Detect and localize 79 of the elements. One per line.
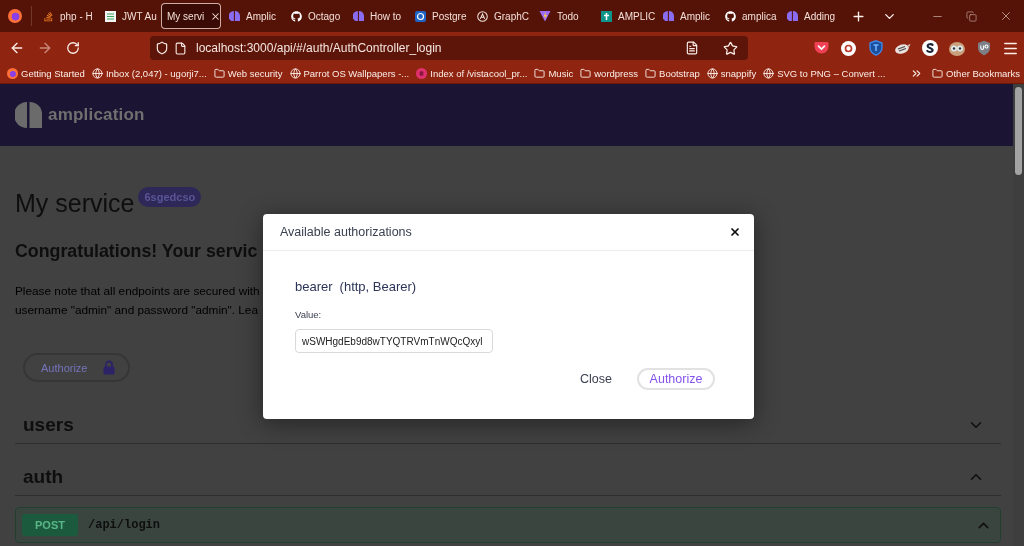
folder-icon (932, 68, 944, 79)
scheme-type: (http, Bearer) (339, 279, 417, 294)
browser-tab[interactable]: JWT Au (98, 3, 160, 29)
striped-tile-icon (105, 10, 116, 22)
reload-icon[interactable] (66, 41, 80, 55)
reader-view-icon[interactable] (685, 41, 699, 55)
browser-tab[interactable]: Amplic (222, 3, 284, 29)
browser-logo-icon[interactable] (8, 9, 22, 23)
bookmark-item[interactable]: Other Bookmarks (932, 68, 1020, 79)
method-badge: POST (22, 514, 78, 536)
globe-icon (91, 68, 103, 79)
browser-tab[interactable]: My servi (161, 3, 221, 29)
browser-tab[interactable]: AMPLIC (594, 3, 656, 29)
url-text: localhost:3000/api/#/auth/AuthController_login (196, 41, 442, 55)
browser-tab[interactable]: GraphC (470, 3, 532, 29)
ring-icon[interactable] (841, 40, 856, 56)
star-icon[interactable] (723, 40, 738, 56)
browser-tab[interactable]: amplica (718, 3, 780, 29)
page-icon[interactable] (174, 41, 187, 55)
owl-face-icon[interactable] (948, 40, 965, 56)
globe-icon (706, 68, 718, 79)
close-icon[interactable] (729, 226, 741, 238)
shield-icon[interactable] (976, 40, 991, 56)
bookmark-item[interactable]: Inbox (2,047) - ugorji7... (91, 68, 207, 79)
bookmark-item[interactable]: Web security (213, 68, 283, 79)
globe-icon (763, 68, 775, 79)
half-circles-logo-icon (663, 10, 674, 22)
field-label: Value: (295, 309, 322, 320)
folder-icon (534, 68, 546, 79)
folder-icon (645, 68, 657, 79)
triangle-ring-icon (477, 10, 488, 22)
lightning-triangle-icon (539, 10, 551, 22)
bookmark-item[interactable]: snappify (706, 68, 757, 79)
half-circles-logo-icon (15, 102, 42, 128)
circle-logo-icon (416, 68, 428, 79)
browser-tab[interactable]: Octago (284, 3, 346, 29)
scrollbar-thumb[interactable] (1015, 87, 1022, 175)
browser-tab[interactable]: php - H (36, 3, 98, 29)
browser-tab[interactable]: Postgre (408, 3, 470, 29)
half-circles-logo-icon (787, 10, 798, 22)
striped-oval-icon[interactable] (894, 41, 911, 55)
restore-icon[interactable] (965, 10, 977, 22)
close-icon[interactable] (210, 10, 222, 22)
bookmark-item[interactable]: Bootstrap (645, 68, 700, 79)
browser-tab[interactable]: How to (346, 3, 408, 29)
browser-tab[interactable]: Adding (780, 3, 842, 29)
bookmark-item[interactable]: Index of /vistacool_pr... (416, 68, 528, 79)
notice-text: Please note that all endpoints are secured with username "admin" and password "admin". Lea (15, 283, 260, 319)
pocket-icon[interactable] (814, 41, 829, 55)
half-circles-logo-icon (353, 10, 364, 22)
cross-tile-icon (601, 10, 612, 22)
plus-icon[interactable] (850, 8, 866, 24)
lock-icon (103, 360, 116, 375)
browser-logo-icon[interactable] (7, 68, 18, 79)
globe-icon (289, 68, 301, 79)
scheme-name: bearer (295, 279, 333, 294)
brand-name: amplication (48, 105, 145, 125)
service-id-badge: 6sgedcso (138, 187, 202, 207)
value-input[interactable]: wSWHgdEb9d8wTYQTRVmTnWQcQxyl (295, 329, 493, 353)
bookmark-item[interactable]: SVG to PNG – Convert ... (763, 68, 886, 79)
bookmark-item[interactable]: Parrot OS Wallpapers -... (289, 68, 410, 79)
folder-icon (580, 68, 592, 79)
half-circles-logo-icon (229, 10, 240, 22)
endpoint-path: /api/login (88, 518, 160, 532)
close-button[interactable]: Close (580, 372, 612, 386)
bookmark-item[interactable]: Music (534, 68, 574, 79)
folder-icon (213, 68, 225, 79)
address-bar[interactable]: localhost:3000/api/#/auth/AuthController_login (150, 36, 748, 60)
cat-logo-icon (291, 10, 302, 22)
bookmark-item[interactable]: wordpress (580, 68, 639, 79)
bookmark-item[interactable]: Getting Started (7, 68, 85, 79)
dialog-title: Available authorizations (280, 225, 412, 239)
browser-tab[interactable]: Amplic (656, 3, 718, 29)
cat-logo-icon (725, 10, 736, 22)
authorize-button[interactable]: Authorize (637, 368, 715, 390)
browser-tab[interactable]: Todo (532, 3, 594, 29)
stacked-trays-icon (43, 10, 54, 22)
s-logo-icon[interactable] (921, 40, 938, 56)
circle-tile-icon (415, 10, 426, 22)
